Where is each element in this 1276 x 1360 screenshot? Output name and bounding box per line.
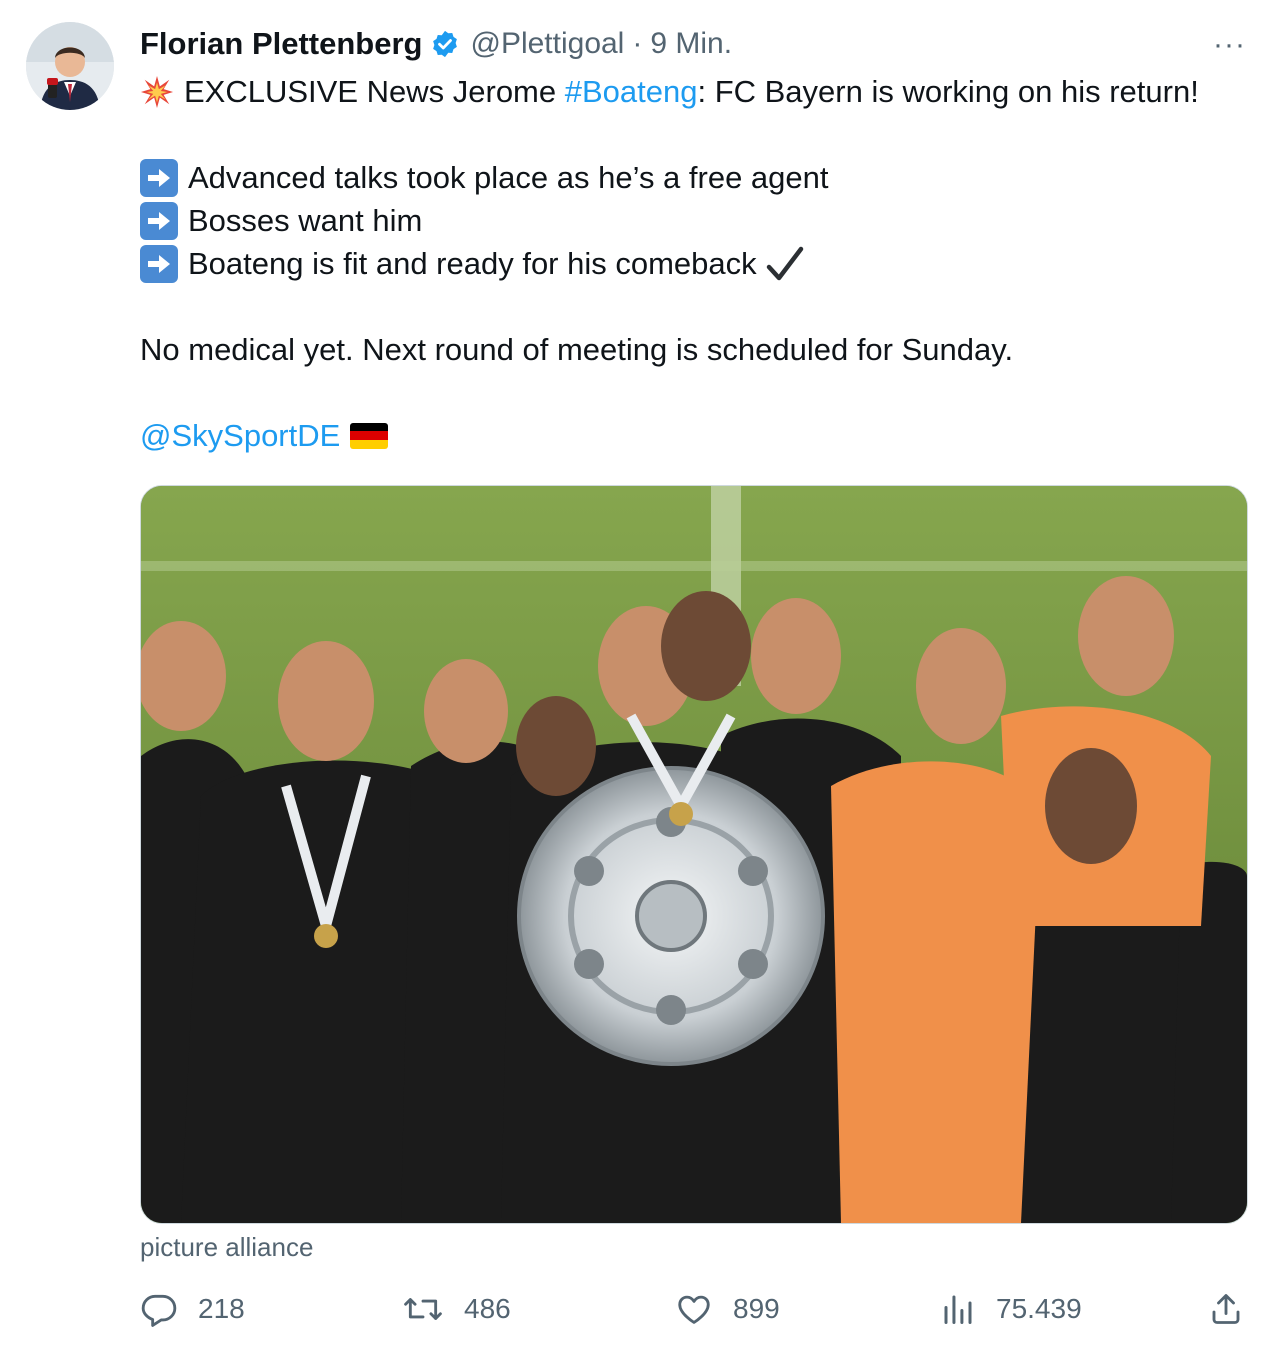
- retweet-button[interactable]: 486: [402, 1290, 511, 1328]
- tweet-text: EXCLUSIVE News Jerome #Boateng : FC Baye…: [140, 70, 1260, 457]
- more-options-icon[interactable]: ···: [1213, 28, 1246, 62]
- reply-button[interactable]: 218: [140, 1290, 245, 1328]
- retweet-count: 486: [464, 1293, 511, 1324]
- like-count: 899: [733, 1293, 780, 1324]
- bullet-line-1: Advanced talks took place as he’s a free…: [140, 156, 1260, 199]
- bullet-line-3: Boateng is fit and ready for his comebac…: [140, 242, 1260, 285]
- check-mark-icon: [766, 246, 803, 280]
- bullet-text: Bosses want him: [188, 203, 423, 238]
- author-handle[interactable]: @Plettigoal: [470, 27, 624, 61]
- headline-suffix: : FC Bayern is working on his return!: [697, 74, 1199, 109]
- share-button[interactable]: [1208, 1290, 1264, 1328]
- like-button[interactable]: 899: [675, 1290, 780, 1328]
- tweet-timestamp[interactable]: 9 Min.: [650, 27, 732, 61]
- reply-count: 218: [198, 1293, 245, 1324]
- hashtag-boateng[interactable]: #Boateng: [565, 70, 698, 113]
- bullet-line-2: Bosses want him: [140, 199, 1260, 242]
- author-name[interactable]: Florian Plettenberg: [140, 26, 422, 62]
- tweet-photo[interactable]: [140, 485, 1248, 1224]
- action-bar: 218 486 899 75.439: [140, 1290, 1250, 1338]
- retweet-icon: [404, 1298, 442, 1320]
- followup-line: No medical yet. Next round of meeting is…: [140, 328, 1260, 371]
- tweet-header: Florian Plettenberg @Plettigoal · 9 Min.: [140, 24, 732, 64]
- right-arrow-emoji-icon: [140, 244, 178, 283]
- share-icon: [1212, 1294, 1240, 1324]
- mention-line: @SkySportDE: [140, 414, 1260, 457]
- bullet-text: Advanced talks took place as he’s a free…: [188, 160, 829, 195]
- separator-dot: ·: [632, 27, 643, 60]
- headline-prefix: EXCLUSIVE News Jerome: [184, 74, 565, 109]
- followup-text: No medical yet. Next round of meeting is…: [140, 332, 1014, 367]
- right-arrow-emoji-icon: [140, 201, 178, 240]
- germany-flag-icon: [350, 422, 389, 449]
- media-credit: picture alliance: [140, 1232, 314, 1262]
- author-avatar[interactable]: [26, 22, 114, 110]
- views-count: 75.439: [996, 1293, 1082, 1324]
- bullet-text: Boateng is fit and ready for his comebac…: [188, 246, 757, 281]
- collision-emoji-icon: [140, 75, 174, 108]
- reply-icon: [141, 1294, 177, 1327]
- views-chart-icon: [944, 1295, 972, 1324]
- mention-skysportde[interactable]: @SkySportDE: [140, 414, 340, 457]
- headline-line: EXCLUSIVE News Jerome #Boateng : FC Baye…: [140, 70, 1260, 113]
- right-arrow-emoji-icon: [140, 158, 178, 197]
- verified-badge-icon: [433, 30, 458, 58]
- views-button[interactable]: 75.439: [940, 1290, 1082, 1328]
- heart-icon: [678, 1295, 710, 1324]
